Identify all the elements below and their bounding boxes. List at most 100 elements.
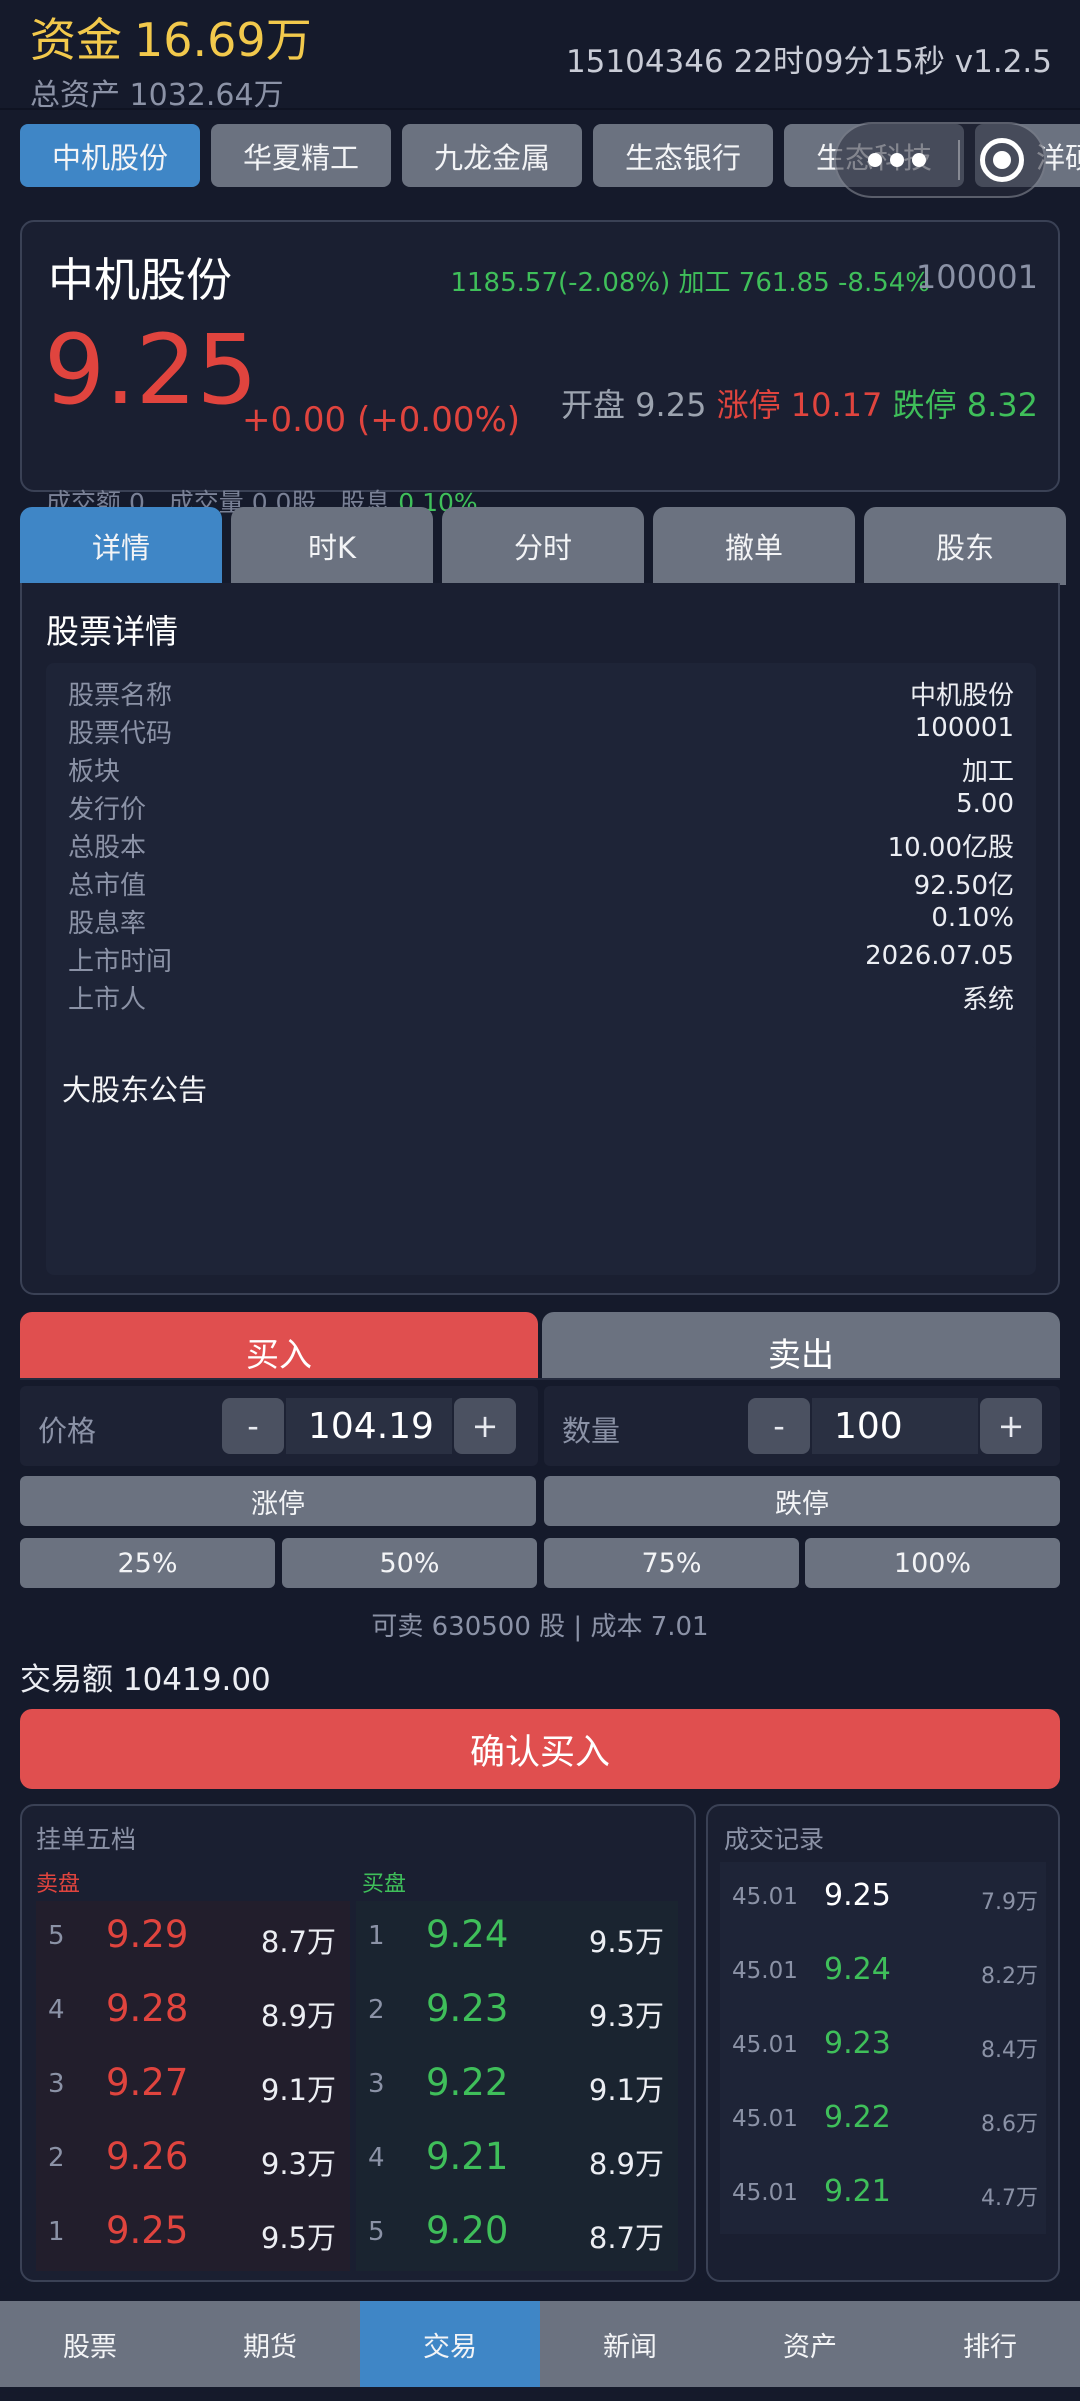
- trade-time: 45.01: [732, 1958, 798, 1984]
- confirm-buy-button[interactable]: 确认买入: [20, 1709, 1060, 1789]
- price-plus-button[interactable]: +: [454, 1398, 516, 1454]
- trade-volume: 4.7万: [981, 2186, 1038, 2211]
- trade-volume: 8.2万: [981, 1964, 1038, 1989]
- bid-row[interactable]: 1 9.24 9.5万: [356, 1901, 678, 1975]
- tab-intraday[interactable]: 分时: [442, 507, 644, 585]
- ask-price: 9.27: [106, 2061, 189, 2104]
- detail-key: 股票名称: [68, 681, 173, 711]
- ask-price: 9.25: [106, 2209, 189, 2252]
- bid-row[interactable]: 4 9.21 8.9万: [356, 2123, 678, 2197]
- limit-down-value: 8.32: [966, 386, 1038, 424]
- stock-tab-1[interactable]: 中机股份: [20, 124, 200, 187]
- quantity-field: 数量 - 100 +: [544, 1386, 1060, 1466]
- trade-price: 9.21: [824, 2174, 891, 2209]
- quantity-plus-button[interactable]: +: [980, 1398, 1042, 1454]
- trade-time: 45.01: [732, 2106, 798, 2132]
- buy-tab[interactable]: 买入: [20, 1312, 538, 1380]
- detail-row: 上市时间 2026.07.05: [68, 941, 1014, 979]
- level: 1: [368, 1921, 385, 1951]
- level: 5: [48, 1921, 65, 1951]
- header-divider: [0, 108, 1080, 110]
- tab-cancel-order[interactable]: 撤单: [653, 507, 855, 585]
- sell-tab[interactable]: 卖出: [542, 1312, 1060, 1380]
- level: 3: [48, 2069, 65, 2099]
- bid-row[interactable]: 2 9.23 9.3万: [356, 1975, 678, 2049]
- nav-futures[interactable]: 期货: [180, 2301, 360, 2387]
- bid-volume: 9.3万: [588, 1999, 664, 2033]
- ask-price: 9.29: [106, 1913, 189, 1956]
- trade-price: 9.24: [824, 1952, 891, 1987]
- detail-key: 总市值: [68, 871, 147, 901]
- bid-volume: 9.1万: [588, 2073, 664, 2107]
- stock-tab-4[interactable]: 生态银行: [593, 124, 773, 187]
- trade-tabs-divider: [20, 1378, 1060, 1380]
- detail-row: 股票名称 中机股份: [68, 675, 1014, 713]
- mini-program-capsule: [834, 122, 1046, 198]
- bid-row[interactable]: 3 9.22 9.1万: [356, 2049, 678, 2123]
- trade-records-list: 45.01 9.25 7.9万 45.01 9.24 8.2万 45.01 9.23 8.4…: [720, 1862, 1046, 2234]
- trade-record-row: 45.01 9.24 8.2万: [720, 1936, 1046, 2010]
- fund-value: 16.69万: [134, 13, 312, 67]
- percent-50-button[interactable]: 50%: [282, 1538, 537, 1588]
- detail-value: 5.00: [956, 789, 1014, 819]
- nav-stocks[interactable]: 股票: [0, 2301, 180, 2387]
- trade-record-row: 45.01 9.25 7.9万: [720, 1862, 1046, 1936]
- ask-volume: 8.7万: [260, 1925, 336, 1959]
- target-circle-icon[interactable]: [960, 138, 1044, 182]
- detail-value: 0.10%: [931, 903, 1014, 933]
- quantity-input[interactable]: 100: [812, 1398, 978, 1454]
- ask-volume: 9.1万: [260, 2073, 336, 2107]
- nav-news[interactable]: 新闻: [540, 2301, 720, 2387]
- more-dots-icon[interactable]: [836, 153, 958, 167]
- bid-price: 9.24: [426, 1913, 509, 1956]
- detail-key: 股息率: [68, 909, 147, 939]
- ask-row[interactable]: 4 9.28 8.9万: [36, 1975, 350, 2049]
- nav-ranking[interactable]: 排行: [900, 2301, 1080, 2387]
- limit-up-label: 涨停: [716, 386, 781, 424]
- nav-trade[interactable]: 交易: [360, 2301, 540, 2387]
- bid-price: 9.21: [426, 2135, 509, 2178]
- detail-tabs: 详情 时K 分时 撤单 股东: [20, 507, 1066, 585]
- stock-tab-2[interactable]: 华夏精工: [211, 124, 391, 187]
- stock-tab-3[interactable]: 九龙金属: [402, 124, 582, 187]
- nav-bottom-strip: [0, 2387, 1080, 2401]
- detail-value: 10.00亿股: [887, 833, 1014, 863]
- quantity-label: 数量: [562, 1414, 621, 1448]
- stock-code: 100001: [915, 258, 1038, 296]
- detail-key: 上市人: [68, 985, 147, 1015]
- stock-name: 中机股份: [48, 253, 232, 307]
- limit-up-value: 10.17: [790, 386, 883, 424]
- percent-75-button[interactable]: 75%: [544, 1538, 799, 1588]
- limit-down-button[interactable]: 跌停: [544, 1476, 1060, 1526]
- quote-card: 中机股份 1185.57(-2.08%) 加工 761.85 -8.54% 10…: [20, 220, 1060, 492]
- percent-25-button[interactable]: 25%: [20, 1538, 275, 1588]
- detail-row: 股票代码 100001: [68, 713, 1014, 751]
- limit-down-label: 跌停: [892, 386, 957, 424]
- detail-value: 中机股份: [909, 681, 1014, 711]
- limit-up-button[interactable]: 涨停: [20, 1476, 536, 1526]
- ask-row[interactable]: 3 9.27 9.1万: [36, 2049, 350, 2123]
- ask-volume: 9.5万: [260, 2221, 336, 2255]
- current-price: 9.25: [44, 314, 258, 426]
- detail-row: 股息率 0.10%: [68, 903, 1014, 941]
- quantity-minus-button[interactable]: -: [748, 1398, 810, 1454]
- price-input[interactable]: 104.19: [286, 1398, 452, 1454]
- tab-shareholders[interactable]: 股东: [864, 507, 1066, 585]
- detail-row: 总股本 10.00亿股: [68, 827, 1014, 865]
- bid-volume: 8.9万: [588, 2147, 664, 2181]
- detail-key: 上市时间: [68, 947, 173, 977]
- bid-price: 9.20: [426, 2209, 509, 2252]
- nav-assets[interactable]: 资产: [720, 2301, 900, 2387]
- ask-row[interactable]: 1 9.25 9.5万: [36, 2197, 350, 2271]
- ask-row[interactable]: 5 9.29 8.7万: [36, 1901, 350, 1975]
- percent-100-button[interactable]: 100%: [805, 1538, 1060, 1588]
- tab-details[interactable]: 详情: [20, 507, 222, 585]
- level: 4: [368, 2143, 385, 2173]
- open-value: 9.25: [635, 386, 707, 424]
- detail-value: 系统: [961, 985, 1014, 1015]
- tab-time-k[interactable]: 时K: [231, 507, 433, 585]
- price-minus-button[interactable]: -: [222, 1398, 284, 1454]
- ask-row[interactable]: 2 9.26 9.3万: [36, 2123, 350, 2197]
- bid-row[interactable]: 5 9.20 8.7万: [356, 2197, 678, 2271]
- level: 1: [48, 2217, 65, 2247]
